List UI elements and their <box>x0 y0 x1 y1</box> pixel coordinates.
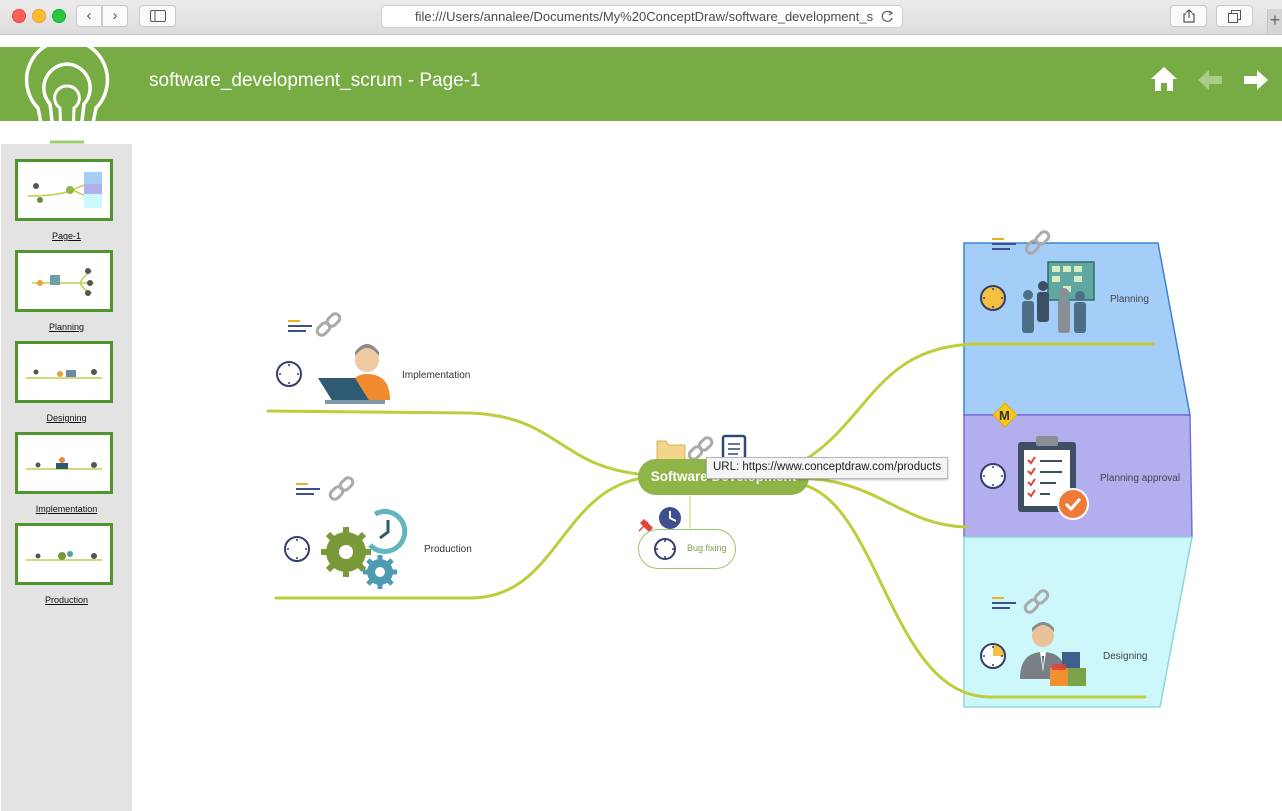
bug-fixing-deadline-clock-icon[interactable] <box>659 507 681 529</box>
topic-label-implementation[interactable]: Implementation <box>402 370 470 381</box>
production-notes-icon[interactable] <box>296 483 320 495</box>
bug-fixing-clock-overlay-icon <box>654 538 676 560</box>
implementation-link-icon[interactable] <box>315 312 342 337</box>
topic-label-production[interactable]: Production <box>424 544 472 555</box>
topic-label-designing[interactable]: Designing <box>1103 651 1147 662</box>
url-tooltip: URL: https://www.conceptdraw.com/product… <box>706 457 949 479</box>
milestone-badge-letter: M <box>999 408 1010 423</box>
production-clock-icon[interactable] <box>284 536 310 562</box>
implementation-notes-icon[interactable] <box>288 320 312 332</box>
topic-label-planning-approval[interactable]: Planning approval <box>1100 473 1180 484</box>
topic-label-planning[interactable]: Planning <box>1110 294 1149 305</box>
designing-clock-icon[interactable] <box>980 643 1006 669</box>
branch-planning-approval <box>798 476 968 529</box>
implementation-clock-icon[interactable] <box>276 361 302 387</box>
planning-clock-icon[interactable] <box>980 285 1006 311</box>
topic-label-bug-fixing[interactable]: Bug fixing <box>687 543 727 553</box>
production-link-icon[interactable] <box>328 476 355 501</box>
developer-laptop-icon <box>318 344 390 404</box>
gears-timer-icon <box>321 508 408 589</box>
planning-approval-clock-icon[interactable] <box>980 463 1006 489</box>
mindmap-canvas: Implementation Production Planning Plann… <box>266 230 1193 708</box>
branch-implementation <box>266 409 652 477</box>
